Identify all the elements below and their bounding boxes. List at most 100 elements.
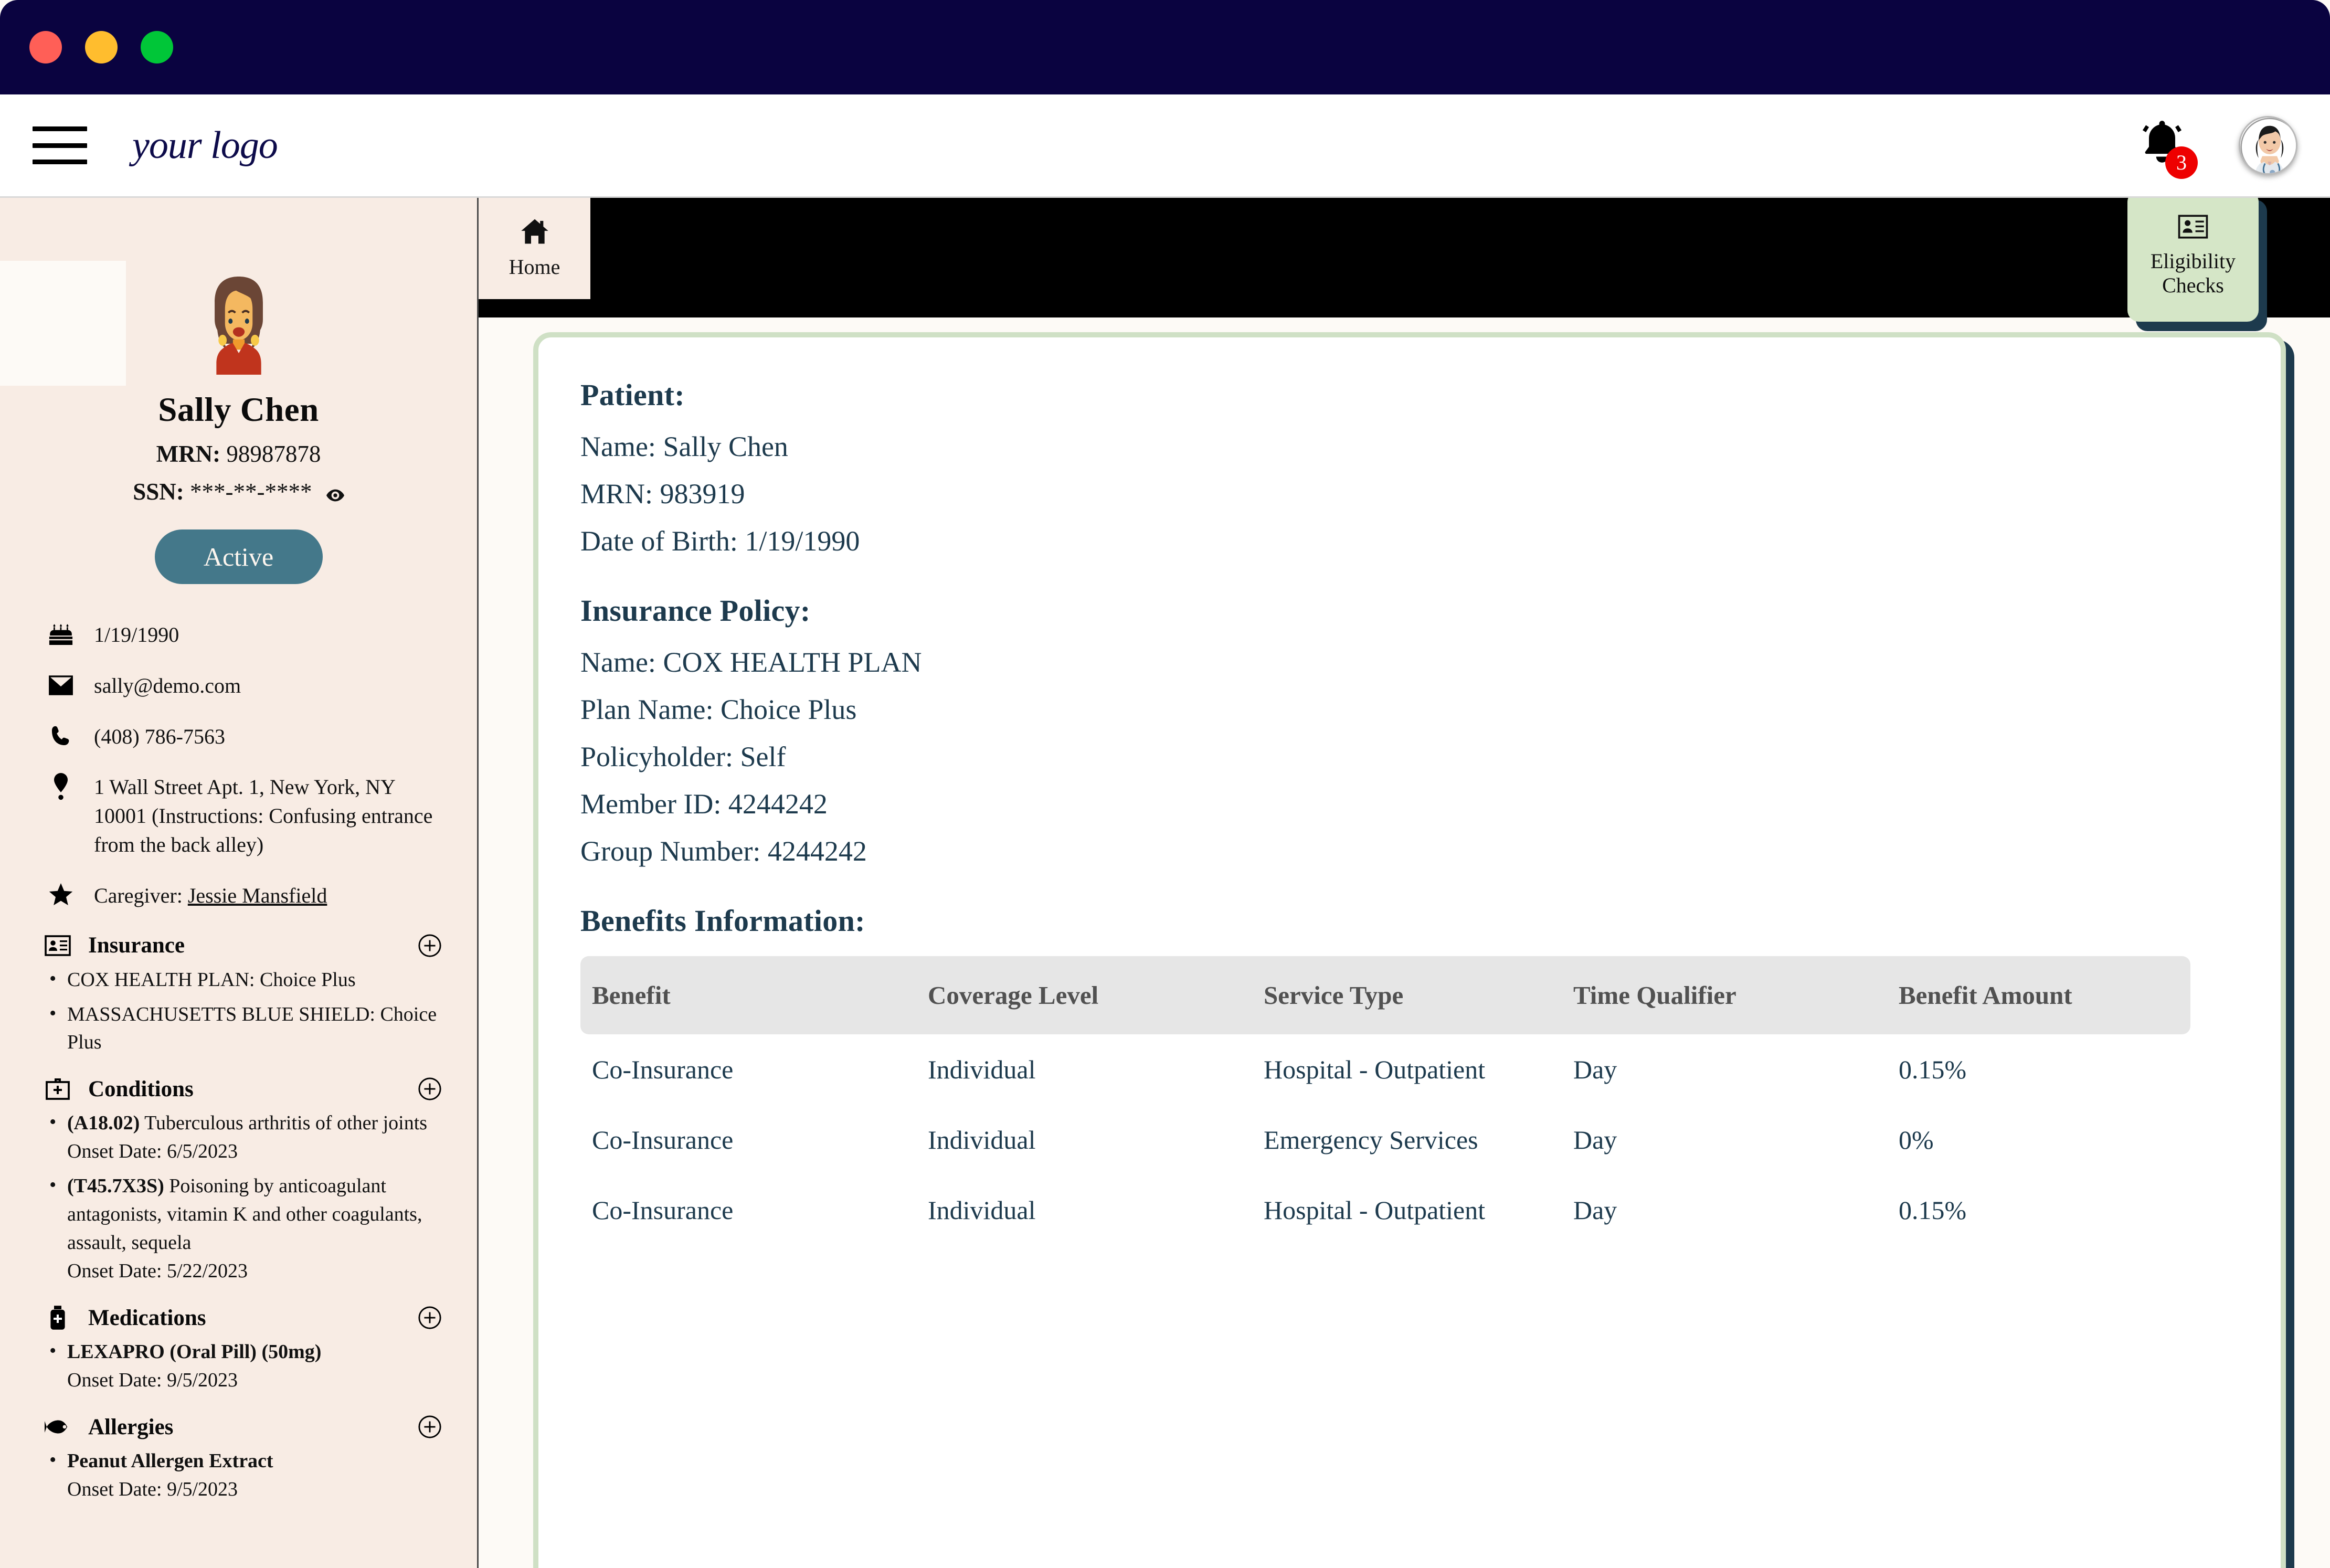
- window-titlebar: [0, 0, 2330, 94]
- table-row: Co-Insurance Individual Hospital - Outpa…: [580, 1175, 2190, 1245]
- insurance-item-text: COX HEALTH PLAN: Choice Plus: [67, 968, 356, 991]
- id-card-icon: [43, 933, 72, 959]
- application-window: your logo 3 Sally Chen MRN: 98987878 SSN…: [0, 0, 2330, 1568]
- policy-group-line: Group Number: 4244242: [580, 835, 867, 867]
- list-item: Peanut Allergen Extract Onset Date: 9/5/2…: [43, 1446, 442, 1504]
- allergies-list: Peanut Allergen Extract Onset Date: 9/5/2…: [43, 1446, 442, 1504]
- eye-icon[interactable]: [326, 480, 344, 507]
- contact-row-address: 1 Wall Street Apt. 1, New York, NY 10001…: [45, 773, 477, 859]
- table-header-row: Benefit Coverage Level Service Type Time…: [580, 956, 2190, 1034]
- contact-row-dob: 1/19/1990: [45, 621, 477, 650]
- policy-plan-line: Plan Name: Choice Plus: [580, 694, 857, 725]
- hamburger-menu-icon[interactable]: [33, 126, 87, 164]
- ssn-label: SSN:: [133, 479, 184, 505]
- sidebar-decorative-block: [0, 261, 126, 386]
- list-item: LEXAPRO (Oral Pill) (50mg) Onset Date: 9/…: [43, 1337, 442, 1395]
- patient-ssn: SSN: ***-**-****: [0, 478, 477, 507]
- app-logo[interactable]: your logo: [132, 123, 278, 168]
- cell-time-qualifier: Day: [1573, 1055, 1617, 1084]
- add-condition-button[interactable]: [418, 1077, 442, 1101]
- location-pin-icon: [45, 773, 77, 800]
- allergy-name: Peanut Allergen Extract: [67, 1450, 273, 1472]
- close-button[interactable]: [29, 31, 62, 63]
- cell-benefit: Co-Insurance: [592, 1055, 734, 1084]
- peanut-allergy-icon: [43, 1414, 72, 1440]
- user-avatar[interactable]: [2239, 116, 2297, 175]
- contact-row-phone: (408) 786-7563: [45, 723, 477, 751]
- cell-time-qualifier: Day: [1573, 1195, 1617, 1225]
- sidebar-section-allergies: Allergies Peanut Allergen Extract Onset D…: [43, 1414, 442, 1504]
- list-item: (A18.02) Tuberculous arthritis of other …: [43, 1108, 442, 1166]
- medical-kit-icon: [43, 1076, 72, 1102]
- tab-eligibility-label: Eligibility Checks: [2150, 249, 2236, 297]
- section-header-medications: Medications: [43, 1305, 442, 1331]
- benefits-table-body: Co-Insurance Individual Hospital - Outpa…: [580, 1034, 2190, 1245]
- section-title-allergies: Allergies: [88, 1414, 174, 1439]
- table-row: Co-Insurance Individual Emergency Servic…: [580, 1105, 2190, 1175]
- section-header-insurance: Insurance: [43, 933, 442, 959]
- patient-status-badge[interactable]: Active: [154, 529, 323, 584]
- header-actions: 3: [2134, 116, 2297, 179]
- mrn-value: 98987878: [226, 441, 321, 467]
- cell-service-type: Emergency Services: [1264, 1125, 1478, 1154]
- tab-home[interactable]: Home: [479, 198, 590, 299]
- list-item: MASSACHUSETTS BLUE SHIELD: Choice Plus: [43, 1000, 442, 1057]
- patient-heading: Patient:: [580, 378, 685, 412]
- sidebar-section-conditions: Conditions (A18.02) Tuberculous arthriti…: [43, 1076, 442, 1286]
- tab-home-label: Home: [509, 255, 560, 279]
- module-navbar: Home Eligibility Checks: [479, 198, 2330, 322]
- contact-email-text[interactable]: sally@demo.com: [94, 672, 241, 701]
- insurance-item-text: MASSACHUSETTS BLUE SHIELD: Choice Plus: [67, 1003, 437, 1054]
- sidebar-section-insurance: Insurance COX HEALTH PLAN: Choice Plus M…: [43, 933, 442, 1057]
- medication-onset: Onset Date: 9/5/2023: [67, 1369, 238, 1392]
- column-header-time-qualifier: Time Qualifier: [1562, 956, 1887, 1034]
- cell-time-qualifier: Day: [1573, 1125, 1617, 1154]
- cell-benefit-amount: 0.15%: [1899, 1055, 1967, 1084]
- minimize-button[interactable]: [85, 31, 118, 63]
- policy-name-line: Name: COX HEALTH PLAN: [580, 647, 922, 678]
- medication-name: LEXAPRO (Oral Pill) (50mg): [67, 1341, 322, 1363]
- patient-photo-icon: [214, 276, 263, 375]
- section-title-medications: Medications: [88, 1305, 206, 1330]
- condition-code: (A18.02): [67, 1112, 140, 1135]
- cell-service-type: Hospital - Outpatient: [1264, 1055, 1486, 1084]
- table-row: Co-Insurance Individual Hospital - Outpa…: [580, 1034, 2190, 1105]
- conditions-list: (A18.02) Tuberculous arthritis of other …: [43, 1108, 442, 1286]
- cell-coverage-level: Individual: [928, 1195, 1036, 1225]
- main-content-area: Home Eligibility Checks Patient: Name: S…: [479, 198, 2330, 1568]
- cell-service-type: Hospital - Outpatient: [1264, 1195, 1486, 1225]
- condition-onset: Onset Date: 5/22/2023: [67, 1260, 248, 1283]
- add-allergy-button[interactable]: [418, 1415, 442, 1439]
- add-medication-button[interactable]: [418, 1306, 442, 1330]
- maximize-button[interactable]: [141, 31, 173, 63]
- caregiver-label: Caregiver:: [94, 883, 188, 907]
- birthday-cake-icon: [45, 621, 77, 648]
- home-icon: [521, 219, 548, 244]
- envelope-icon: [45, 672, 77, 699]
- section-title-conditions: Conditions: [88, 1076, 194, 1101]
- caregiver-link[interactable]: Jessie Mansfield: [188, 884, 327, 907]
- patient-name-line: Name: Sally Chen: [580, 431, 788, 462]
- tab-eligibility-checks[interactable]: Eligibility Checks: [2127, 198, 2259, 322]
- patient-sidebar: Sally Chen MRN: 98987878 SSN: ***-**-***…: [0, 198, 479, 1568]
- doctor-avatar-icon: [2240, 118, 2296, 173]
- add-insurance-button[interactable]: [418, 934, 442, 958]
- benefits-heading: Benefits Information:: [580, 904, 865, 938]
- column-header-benefit-amount: Benefit Amount: [1887, 956, 2190, 1034]
- policy-holder-line: Policyholder: Self: [580, 741, 786, 772]
- column-header-coverage-level: Coverage Level: [916, 956, 1252, 1034]
- insurance-policy-heading: Insurance Policy:: [580, 594, 811, 628]
- contact-phone-text[interactable]: (408) 786-7563: [94, 723, 225, 751]
- section-header-conditions: Conditions: [43, 1076, 442, 1102]
- app-header: your logo 3: [0, 94, 2330, 198]
- medicine-bottle-icon: [43, 1305, 72, 1331]
- phone-icon: [45, 723, 77, 750]
- star-icon: [45, 882, 77, 909]
- notifications-button[interactable]: 3: [2134, 116, 2198, 179]
- section-header-allergies: Allergies: [43, 1414, 442, 1440]
- list-item: COX HEALTH PLAN: Choice Plus: [43, 965, 442, 994]
- condition-text: Tuberculous arthritis of other joints: [140, 1112, 428, 1135]
- column-header-benefit: Benefit: [580, 956, 916, 1034]
